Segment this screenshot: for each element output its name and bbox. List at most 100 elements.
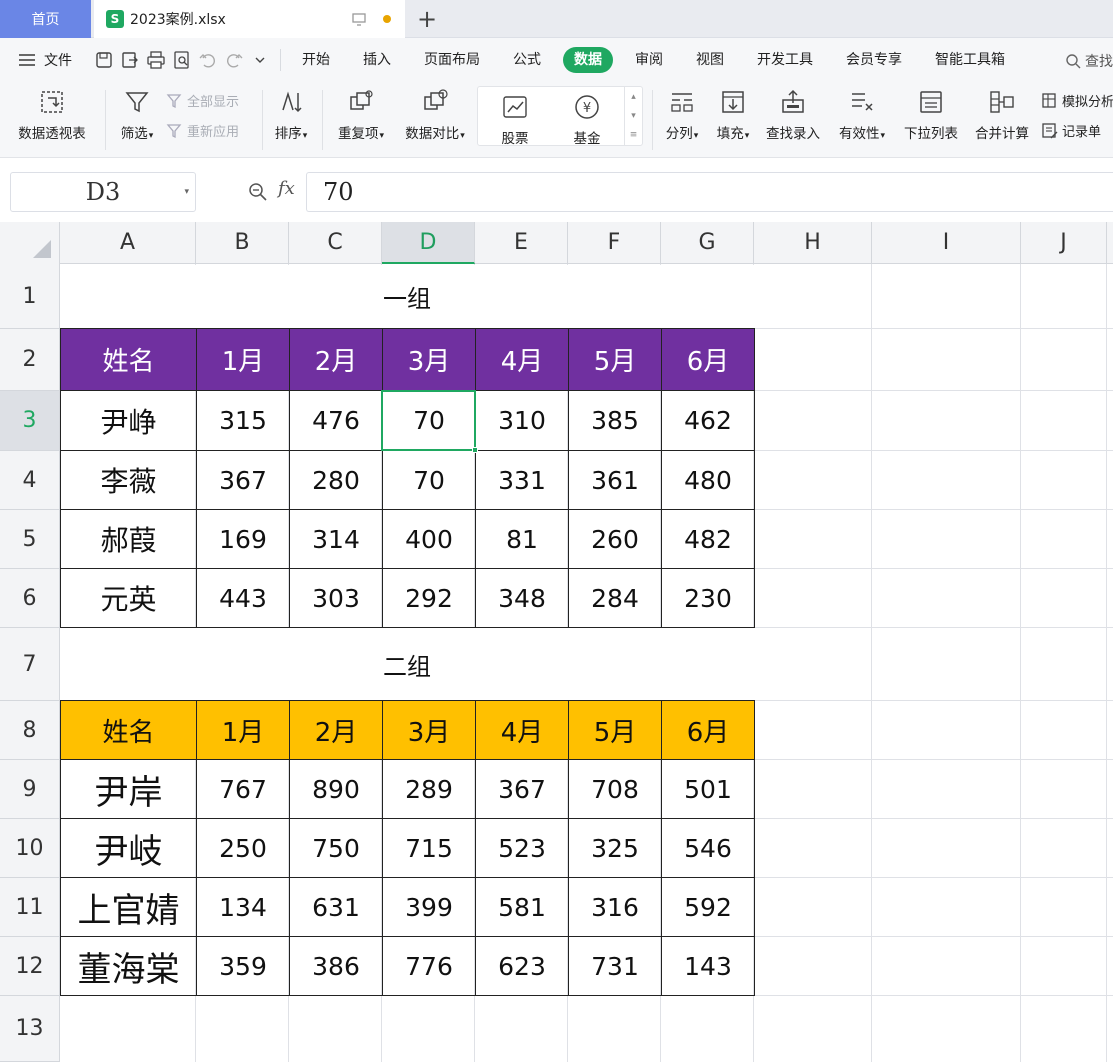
row-header-8[interactable]: 8 [0,701,60,760]
value-cell[interactable]: 81 [475,509,569,569]
value-cell[interactable]: 708 [568,759,662,819]
consolidate-button[interactable]: 合并计算 [970,82,1034,142]
value-cell[interactable]: 523 [475,818,569,878]
group1-title[interactable]: 一组 [60,265,754,328]
value-cell[interactable]: 292 [382,568,476,628]
value-cell[interactable]: 303 [289,568,383,628]
value-cell[interactable]: 592 [661,877,755,937]
column-header-h[interactable]: H [754,222,872,264]
row-header-2[interactable]: 2 [0,329,60,391]
value-cell[interactable]: 385 [568,390,662,451]
row-header-11[interactable]: 11 [0,878,60,937]
save-icon[interactable] [94,50,114,70]
value-cell[interactable]: 315 [196,390,290,451]
value-cell[interactable]: 476 [289,390,383,451]
column-header-b[interactable]: B [196,222,289,264]
row-header-7[interactable]: 7 [0,628,60,701]
column-header-g[interactable]: G [661,222,754,264]
tab-page-layout[interactable]: 页面布局 [413,47,491,73]
column-header-c[interactable]: C [289,222,382,264]
header-cell[interactable]: 2月 [289,328,383,391]
row-header-10[interactable]: 10 [0,819,60,878]
name-cell[interactable]: 尹岸 [60,759,197,819]
column-header-j[interactable]: J [1021,222,1107,264]
value-cell[interactable]: 331 [475,450,569,510]
name-cell[interactable]: 元英 [60,568,197,628]
value-cell[interactable]: 386 [289,936,383,996]
header-cell[interactable]: 5月 [568,700,662,760]
export-icon[interactable] [120,50,140,70]
value-cell[interactable]: 501 [661,759,755,819]
header-cell[interactable]: 3月 [382,328,476,391]
reapply-button[interactable]: 重新应用 [166,121,239,140]
search-box[interactable]: 查找 [1065,51,1113,71]
header-cell[interactable]: 姓名 [60,700,197,760]
name-cell[interactable]: 李薇 [60,450,197,510]
value-cell[interactable]: 289 [382,759,476,819]
value-cell[interactable]: 284 [568,568,662,628]
row-header-12[interactable]: 12 [0,937,60,996]
tab-home[interactable]: 首页 [0,0,91,38]
header-cell[interactable]: 6月 [661,328,755,391]
fund-button[interactable]: ¥ 基金 [558,87,616,147]
stock-button[interactable]: 股票 [486,87,544,147]
tab-smart-toolbox[interactable]: 智能工具箱 [924,47,1016,73]
column-header-a[interactable]: A [60,222,196,264]
value-cell[interactable]: 250 [196,818,290,878]
value-cell[interactable]: 890 [289,759,383,819]
value-cell[interactable]: 260 [568,509,662,569]
value-cell[interactable]: 715 [382,818,476,878]
name-cell[interactable]: 尹峥 [60,390,197,451]
group2-title[interactable]: 二组 [60,628,754,700]
split-columns-button[interactable]: 分列▾ [659,82,705,142]
value-cell[interactable]: 325 [568,818,662,878]
value-cell[interactable]: 359 [196,936,290,996]
data-compare-button[interactable]: 数据对比▾ [399,82,471,142]
name-cell[interactable]: 郝葭 [60,509,197,569]
gallery-scroll[interactable]: ▴ ▾ ≡ [624,87,642,145]
value-cell[interactable]: 623 [475,936,569,996]
header-cell[interactable]: 2月 [289,700,383,760]
value-cell[interactable]: 400 [382,509,476,569]
value-cell[interactable]: 143 [661,936,755,996]
name-cell[interactable]: 上官婧 [60,877,197,937]
file-menu[interactable]: 文件 [18,50,88,70]
header-cell[interactable]: 1月 [196,328,290,391]
fill-button[interactable]: 填充▾ [710,82,756,142]
select-all-corner[interactable] [0,222,60,264]
what-if-analysis-button[interactable]: 模拟分析 [1041,91,1113,110]
column-header-f[interactable]: F [568,222,661,264]
show-all-button[interactable]: 全部显示 [166,91,239,110]
value-cell[interactable]: 348 [475,568,569,628]
formula-input[interactable]: 70 [306,172,1113,212]
tab-insert[interactable]: 插入 [352,47,402,73]
value-cell[interactable]: 361 [568,450,662,510]
value-cell[interactable]: 169 [196,509,290,569]
undo-icon[interactable] [198,50,218,70]
header-cell[interactable]: 姓名 [60,328,197,391]
validation-button[interactable]: 有效性▾ [834,82,890,142]
lookup-entry-button[interactable]: 查找录入 [762,82,824,142]
value-cell[interactable]: 134 [196,877,290,937]
filter-button[interactable]: 筛选▾ [114,82,160,142]
row-header-4[interactable]: 4 [0,451,60,510]
value-cell[interactable]: 280 [289,450,383,510]
record-form-button[interactable]: 记录单 [1041,121,1101,140]
row-header-13[interactable]: 13 [0,996,60,1062]
scroll-up-icon[interactable]: ▴ [631,92,636,102]
cells-area[interactable]: 一组 姓名 1月 2月 3月 4月 5月 6月 尹峥 315 476 70 31… [60,264,1113,1062]
customize-toolbar-icon[interactable] [250,50,270,70]
value-cell[interactable]: 546 [661,818,755,878]
header-cell[interactable]: 1月 [196,700,290,760]
value-cell[interactable]: 482 [661,509,755,569]
value-cell[interactable]: 310 [475,390,569,451]
duplicates-button[interactable]: 重复项▾ [332,82,390,142]
value-cell[interactable]: 367 [475,759,569,819]
header-cell[interactable]: 6月 [661,700,755,760]
tab-formulas[interactable]: 公式 [502,47,552,73]
value-cell[interactable]: 750 [289,818,383,878]
tab-file[interactable]: S 2023案例.xlsx [94,0,405,38]
value-cell[interactable]: 631 [289,877,383,937]
name-box[interactable]: D3 ▾ [10,172,196,212]
zoom-formula-icon[interactable] [248,182,268,202]
